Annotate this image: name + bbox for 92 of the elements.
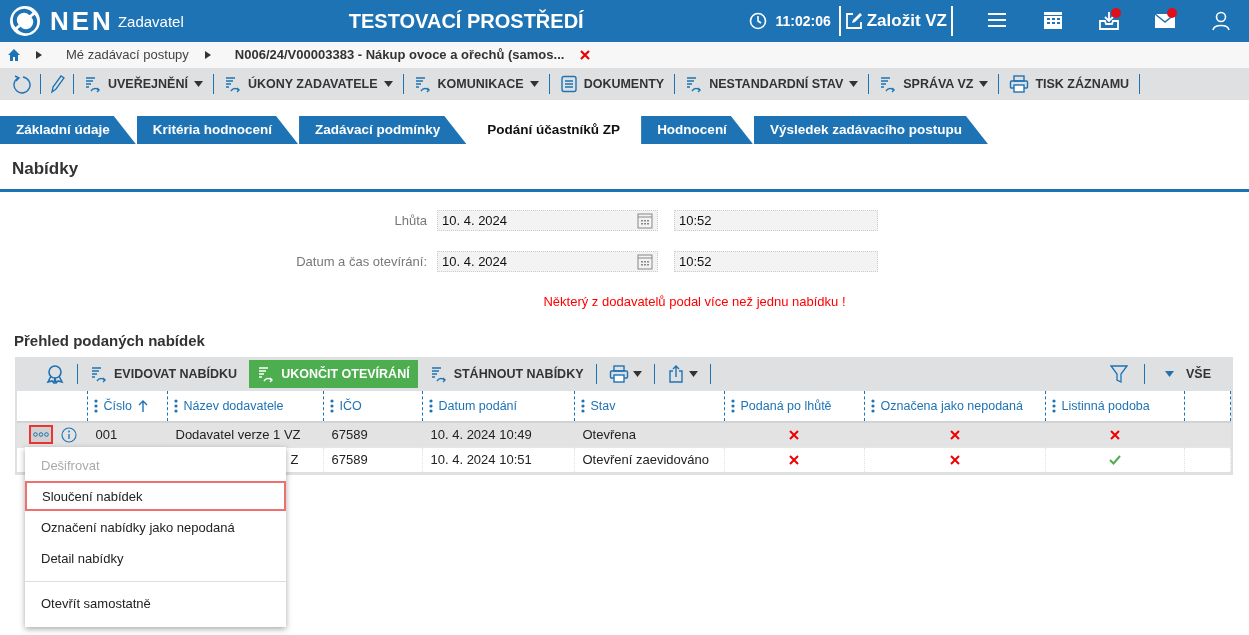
column-menu-icon[interactable] xyxy=(93,399,98,413)
toolbar-button[interactable]: KOMUNIKACE xyxy=(407,71,545,97)
date-field[interactable]: 10. 4. 2024 xyxy=(437,251,658,272)
edit-icon xyxy=(844,12,863,30)
action-icon xyxy=(90,365,108,383)
logo-text: NEN xyxy=(50,8,114,34)
sort-ascending-icon[interactable] xyxy=(138,400,148,412)
action-icon xyxy=(413,75,432,93)
column-header[interactable]: Označena jako nepodaná xyxy=(880,396,1023,416)
menu-item[interactable]: Detail nabídky xyxy=(25,543,286,574)
column-menu-icon[interactable] xyxy=(730,399,735,413)
pencil-icon[interactable] xyxy=(49,74,65,94)
toolbar-button[interactable]: SPRÁVA VZ xyxy=(873,71,995,97)
warning-message: Některý z dodavatelů podal více než jednu nabídku ! xyxy=(542,293,847,311)
tab[interactable]: Hodnocení xyxy=(641,116,753,144)
info-icon[interactable] xyxy=(61,426,77,443)
printer-icon xyxy=(608,365,629,383)
tab[interactable]: Výsledek zadávacího postupu xyxy=(753,116,988,144)
close-icon[interactable] xyxy=(580,50,591,60)
toolbar-button[interactable]: TISK ZÁZNAMU xyxy=(1003,71,1136,97)
toolbar-button[interactable]: EVIDOVAT NABÍDKU xyxy=(86,360,242,388)
grid-title: Přehled podaných nabídek xyxy=(14,330,206,351)
breadcrumb-link[interactable]: N006/24/V00003383 - Nákup ovoce a ořechů (samos... xyxy=(234,45,565,65)
breadcrumb-link[interactable]: Mé zadávací postupy xyxy=(66,45,189,65)
action-icon xyxy=(84,75,102,93)
column-header[interactable]: Datum podání xyxy=(438,396,518,416)
calendar-icon[interactable] xyxy=(637,253,653,270)
award-icon[interactable] xyxy=(45,364,65,384)
column-header[interactable]: Číslo xyxy=(103,396,132,416)
user-icon[interactable] xyxy=(1210,10,1232,32)
column-menu-icon[interactable] xyxy=(428,399,433,413)
action-icon xyxy=(223,75,242,93)
section-title: Nabídky xyxy=(12,157,79,180)
menu-item[interactable]: Sloučení nabídek xyxy=(25,481,286,512)
menu-item[interactable]: Otevřít samostatně xyxy=(25,588,286,619)
column-menu-icon[interactable] xyxy=(870,399,875,413)
tab[interactable]: Kritéria hodnocení xyxy=(136,116,299,144)
toolbar-button[interactable]: STÁHNOUT NABÍDKY xyxy=(425,360,588,388)
time-field[interactable]: 10:52 xyxy=(674,210,878,231)
more-icon xyxy=(33,432,49,438)
column-header[interactable]: IČO xyxy=(339,396,362,416)
column-header[interactable]: Stav xyxy=(590,396,616,416)
logo-icon xyxy=(8,4,42,38)
menu-item[interactable]: Označení nabídky jako nepodaná xyxy=(25,512,286,543)
date-value: 10. 4. 2024 xyxy=(442,252,508,271)
table-cell: Dodavatel verze 1 VZ xyxy=(175,427,301,442)
tab[interactable]: Zadávací podmínky xyxy=(299,116,467,144)
share-icon[interactable] xyxy=(666,364,685,384)
clock-icon xyxy=(749,12,768,30)
action-icon xyxy=(429,365,448,383)
column-header[interactable]: Podaná po lhůtě xyxy=(740,396,832,416)
date-value: 10. 4. 2024 xyxy=(442,211,508,230)
table-cell: 10. 4. 2024 10:49 xyxy=(430,427,532,442)
filter-dropdown[interactable]: VŠE xyxy=(1161,360,1215,388)
time-field[interactable]: 10:52 xyxy=(674,251,878,272)
chevron-icon xyxy=(204,51,211,59)
toolbar-button[interactable]: ÚKONY ZADAVATELE xyxy=(217,71,399,97)
column-menu-icon[interactable] xyxy=(1051,399,1056,413)
create-button[interactable]: Založit VZ xyxy=(840,8,951,34)
column-header[interactable]: Název dodavatele xyxy=(183,396,284,416)
table-cell: Z xyxy=(290,452,299,467)
chevron-icon xyxy=(36,51,42,59)
table-cell: Otevření zaevidováno xyxy=(582,452,709,467)
printer-icon xyxy=(1009,75,1030,93)
toolbar-button[interactable]: UVEŘEJNĚNÍ xyxy=(78,71,209,97)
home-icon[interactable] xyxy=(8,49,20,61)
field-label: Datum a čas otevírání: xyxy=(295,252,428,271)
tab[interactable]: Základní údaje xyxy=(0,116,136,144)
clock-time: 11:02:06 xyxy=(775,11,831,31)
calendar-icon[interactable] xyxy=(1042,10,1064,32)
calendar-icon[interactable] xyxy=(637,212,653,229)
logo-subtitle: Zadavatel xyxy=(117,11,184,32)
column-header[interactable]: Listinná podoba xyxy=(1061,396,1150,416)
column-menu-icon[interactable] xyxy=(173,399,178,413)
toolbar-button[interactable]: DOKUMENTY xyxy=(553,71,671,97)
environment-title: TESTOVACÍ PROSTŘEDÍ xyxy=(348,8,584,34)
column-menu-icon[interactable] xyxy=(580,399,585,413)
table-cell: 001 xyxy=(95,427,118,442)
caret-icon xyxy=(1165,371,1174,377)
table-cell: 67589 xyxy=(331,427,368,442)
date-field[interactable]: 10. 4. 2024 xyxy=(437,210,658,231)
row-actions-button[interactable] xyxy=(29,425,53,445)
table-cell: Otevřena xyxy=(582,427,636,442)
column-menu-icon[interactable] xyxy=(329,399,334,413)
inbox-icon[interactable] xyxy=(1098,10,1120,32)
table-cell: 67589 xyxy=(331,452,368,467)
field-label: Lhůta xyxy=(393,211,428,230)
filter-icon[interactable] xyxy=(1110,364,1128,384)
refresh-icon[interactable] xyxy=(12,74,32,94)
table-cell: 10. 4. 2024 10:51 xyxy=(430,452,532,467)
toolbar-button[interactable]: NESTANDARDNÍ STAV xyxy=(679,71,865,97)
document-icon xyxy=(559,75,578,93)
